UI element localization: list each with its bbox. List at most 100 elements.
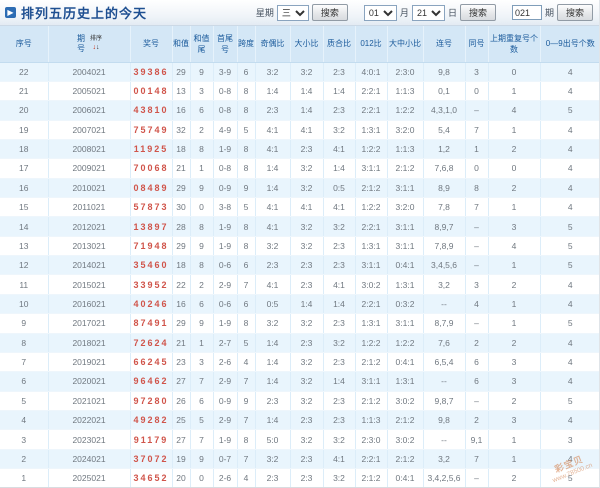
issue-search-button[interactable]: 搜索: [556, 4, 593, 21]
cell-7: 4:1: [255, 216, 291, 237]
cell-13: 3: [465, 274, 489, 295]
cell-12: 9,8: [423, 62, 466, 82]
cell-2: 91179: [130, 429, 173, 450]
cell-5: 2-7: [213, 333, 238, 353]
cell-14: 0: [488, 158, 541, 179]
cell-6: 5: [237, 333, 256, 353]
column-header-label: 期号: [76, 33, 85, 53]
cell-4: 1: [190, 333, 214, 353]
cell-11: 3:0:2: [387, 391, 424, 411]
cell-11: 3:2:0: [387, 197, 424, 218]
column-header-1[interactable]: 期号 排序 ↓↓: [48, 26, 131, 63]
cell-2: 87491: [130, 313, 173, 334]
cell-5: 0-7: [213, 449, 238, 470]
cell-9: 1:4: [323, 81, 356, 102]
cell-6: 8: [237, 100, 256, 121]
cell-10: 2:2:1: [355, 81, 388, 102]
cell-0: 2: [0, 449, 49, 470]
cell-15: 5: [540, 391, 599, 411]
cell-15: 4: [540, 274, 599, 295]
cell-11: 1:2:2: [387, 100, 424, 121]
column-header-3: 和值: [172, 26, 191, 63]
cell-15: 4: [540, 158, 599, 179]
month-label: 月: [399, 8, 409, 18]
cell-3: 28: [172, 216, 191, 237]
cell-12: 7,8: [423, 197, 466, 218]
cell-15: 5: [540, 100, 599, 121]
cell-5: 1-9: [213, 139, 238, 160]
cell-1: 2018021: [48, 333, 131, 353]
cell-1: 2010021: [48, 178, 131, 199]
date-search-button[interactable]: 搜索: [459, 4, 496, 21]
cell-3: 27: [172, 371, 191, 392]
issue-input[interactable]: [511, 5, 542, 20]
month-select[interactable]: 01: [363, 4, 397, 21]
column-header-8: 大小比: [290, 26, 324, 63]
cell-2: 33952: [130, 274, 173, 295]
sort-control[interactable]: 排序 ↓↓: [90, 36, 102, 51]
table-row: 5 2021021 97280 26 6 0-9 9 2:3 3:2 2:3 2:1:2 3:0:2 9…: [0, 391, 599, 411]
cell-7: 5:0: [255, 429, 291, 450]
table-head-row: 序号 期号 排序 ↓↓ 奖号 和值 和值尾 首尾号 跨度 奇偶比 大小比 质合比 012比 大中小比 连号同…: [0, 26, 599, 63]
cell-8: 3:2: [290, 313, 324, 334]
table-row: 15 2011021 57873 30 0 3-8 5 4:1 4:1 4:1 1:2:2 3:2:0…: [0, 197, 599, 218]
cell-8: 2:3: [290, 139, 324, 160]
cell-8: 2:3: [290, 255, 324, 276]
table-row: 2 2024021 37072 19 9 0-7 7 3:2 2:3 4:1 2:2:1 2:1:2 3…: [0, 449, 599, 470]
cell-6: 8: [237, 139, 256, 160]
cell-10: 2:2:1: [355, 294, 388, 315]
cell-6: 8: [237, 158, 256, 179]
week-select[interactable]: 三: [276, 4, 309, 21]
table-row: 6 2020021 96462 27 7 2-9 7 1:4 3:2 1:4 3:1:1 1:3:1-…: [0, 371, 599, 392]
day-label: 日: [447, 8, 457, 18]
cell-8: 3:2: [290, 62, 324, 82]
cell-2: 35460: [130, 255, 173, 276]
cell-10: 2:1:2: [355, 391, 388, 411]
cell-1: 2004021: [48, 62, 131, 82]
cell-7: 2:3: [255, 468, 291, 487]
cell-1: 2016021: [48, 294, 131, 315]
cell-0: 22: [0, 62, 49, 82]
cell-5: 2-9: [213, 371, 238, 392]
cell-12: 8,7,9: [423, 313, 466, 334]
cell-15: 4: [540, 410, 599, 431]
cell-9: 1:4: [323, 294, 356, 315]
cell-9: 2:3: [323, 236, 356, 257]
cell-10: 1:3:1: [355, 313, 388, 334]
column-header-11: 大中小比: [387, 26, 424, 63]
cell-2: 96462: [130, 371, 173, 392]
cell-13: –: [465, 391, 489, 411]
cell-9: 4:1: [323, 449, 356, 470]
cell-3: 21: [172, 333, 191, 353]
week-search-button[interactable]: 搜索: [311, 4, 348, 21]
cell-7: 2:3: [255, 100, 291, 121]
cell-1: 2005021: [48, 81, 131, 102]
cell-0: 8: [0, 333, 49, 353]
cell-11: 3:1:1: [387, 178, 424, 199]
sort-label: 排序: [89, 36, 102, 43]
cell-3: 29: [172, 236, 191, 257]
cell-14: 1: [488, 197, 541, 218]
sort-desc-icon[interactable]: ↓: [96, 44, 100, 51]
cell-13: 7: [465, 120, 489, 140]
cell-4: 7: [190, 429, 214, 450]
table-row: 8 2018021 72624 21 1 2-7 5 1:4 2:3 3:2 1:2:2 1:2:2 7…: [0, 333, 599, 353]
cell-15: 4: [540, 352, 599, 373]
cell-10: 1:2:2: [355, 139, 388, 160]
page: ▶ 排列五历史上的今天 星期 三 搜索 01 月 21 日 搜索 021 期 搜…: [0, 0, 600, 488]
cell-3: 25: [172, 410, 191, 431]
cell-13: 1: [465, 139, 489, 160]
cell-1: 2020021: [48, 371, 131, 392]
cell-10: 3:0:2: [355, 274, 388, 295]
cell-7: 1:4: [255, 410, 291, 431]
table-row: 10 2016021 40246 16 6 0-6 6 0:5 1:4 1:4 2:2:1 0:3:2…: [0, 294, 599, 315]
cell-11: 3:1:1: [387, 236, 424, 257]
cell-13: 4: [465, 294, 489, 315]
cell-3: 29: [172, 313, 191, 334]
cell-10: 2:1:2: [355, 178, 388, 199]
day-select[interactable]: 21: [411, 4, 445, 21]
cell-15: 5: [540, 313, 599, 334]
cell-1: 2008021: [48, 139, 131, 160]
cell-6: 8: [237, 236, 256, 257]
cell-0: 1: [0, 468, 49, 487]
